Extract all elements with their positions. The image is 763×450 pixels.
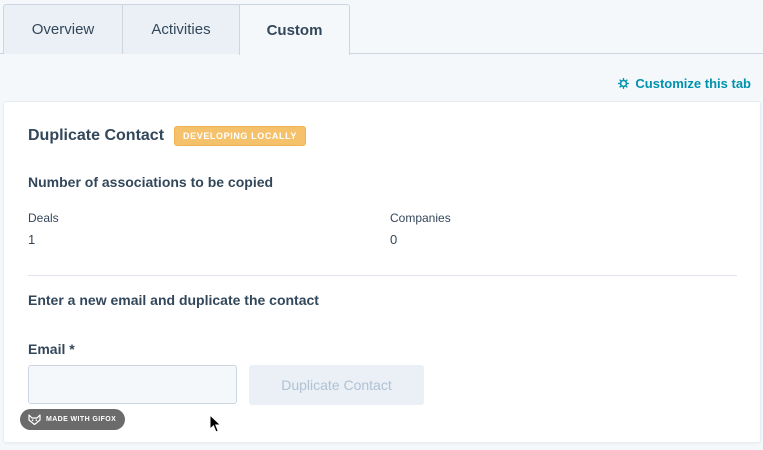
- tab-overview-label: Overview: [31, 21, 95, 38]
- associations-heading: Number of associations to be copied: [28, 174, 274, 190]
- gear-icon: [618, 78, 630, 89]
- divider: [28, 275, 737, 276]
- tab-activities-label: Activities: [151, 21, 211, 38]
- custom-tab-screen: Overview Activities Custom Customize thi…: [0, 0, 763, 450]
- email-label: Email *: [28, 341, 75, 357]
- tab-custom[interactable]: Custom: [239, 4, 350, 55]
- duplicate-contact-button[interactable]: Duplicate Contact: [249, 365, 424, 405]
- mouse-cursor-icon: [209, 414, 222, 433]
- tab-overview[interactable]: Overview: [3, 4, 123, 54]
- email-field[interactable]: [28, 365, 237, 404]
- customize-tab-link[interactable]: Customize this tab: [618, 76, 751, 91]
- watermark-label: MADE WITH GIFOX: [46, 416, 117, 423]
- card-header: Duplicate Contact DEVELOPING LOCALLY: [28, 126, 306, 146]
- fox-icon: [28, 414, 41, 425]
- companies-value: 0: [390, 232, 398, 247]
- deals-label: Deals: [28, 211, 59, 225]
- card-title: Duplicate Contact: [28, 127, 165, 144]
- gifox-watermark: MADE WITH GIFOX: [20, 409, 126, 430]
- companies-label: Companies: [390, 211, 451, 225]
- tab-activities[interactable]: Activities: [122, 4, 240, 54]
- tab-custom-label: Custom: [266, 21, 323, 39]
- deals-value: 1: [28, 232, 36, 247]
- duplicate-contact-card: Duplicate Contact DEVELOPING LOCALLY Num…: [3, 101, 761, 443]
- tab-bar: Overview Activities Custom: [0, 0, 763, 55]
- customize-tab-label: Customize this tab: [635, 76, 751, 91]
- status-badge: DEVELOPING LOCALLY: [174, 126, 306, 146]
- duplicate-heading: Enter a new email and duplicate the cont…: [28, 292, 319, 308]
